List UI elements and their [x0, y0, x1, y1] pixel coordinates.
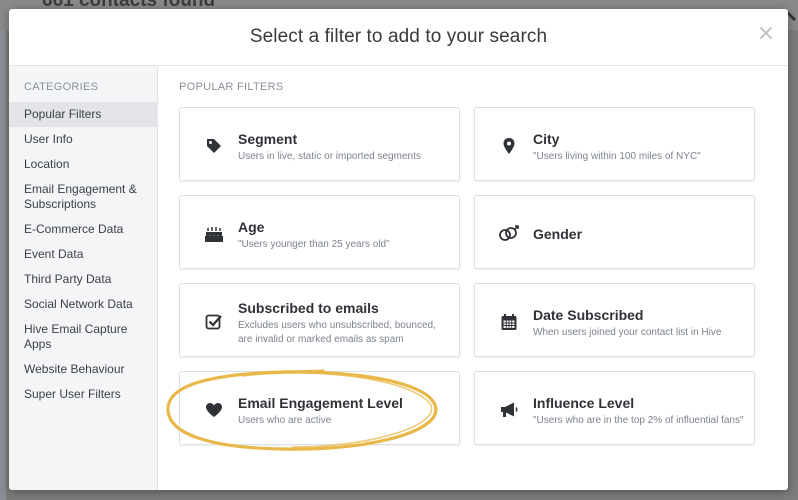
categories-sidebar: CATEGORIES Popular Filters User Info Loc… — [9, 66, 158, 490]
sidebar-item-super-user-filters[interactable]: Super User Filters — [9, 382, 158, 407]
content-heading: POPULAR FILTERS — [179, 81, 284, 93]
card-title: Date Subscribed — [533, 307, 644, 323]
card-description: "Users who are in the top 2% of influent… — [533, 415, 744, 426]
close-icon — [760, 27, 772, 39]
card-title: Segment — [238, 131, 298, 147]
card-title: City — [533, 131, 560, 147]
sidebar-item-location[interactable]: Location — [9, 152, 158, 177]
sidebar-item-email-engagement[interactable]: Email Engagement & Subscriptions — [9, 177, 158, 217]
filter-card-date-subscribed[interactable]: Date Subscribed When users joined your c… — [474, 283, 755, 357]
modal-title: Select a filter to add to your search — [249, 26, 548, 47]
card-description: Users in live, static or imported segmen… — [238, 151, 421, 162]
card-description: Excludes users who unsubscribed, bounced… — [238, 320, 436, 345]
card-title: Subscribed to emails — [238, 300, 379, 316]
filter-card-subscribed-to-emails[interactable]: Subscribed to emails Excludes users who … — [179, 283, 460, 357]
sidebar-item-popular-filters[interactable]: Popular Filters — [9, 102, 158, 127]
sidebar-item-hive-email-capture-apps[interactable]: Hive Email Capture Apps — [9, 317, 158, 357]
heart-icon — [203, 400, 225, 420]
filter-card-age[interactable]: Age "Users younger than 25 years old" — [179, 195, 460, 269]
background-sidebar-edge — [0, 30, 6, 500]
card-description: When users joined your contact list in H… — [533, 327, 722, 338]
modal-header: Select a filter to add to your search — [9, 9, 788, 66]
card-description: Users who are active — [238, 415, 332, 426]
card-description: "Users younger than 25 years old" — [238, 239, 390, 250]
sidebar-item-website-behaviour[interactable]: Website Behaviour — [9, 357, 158, 382]
map-pin-icon — [498, 136, 520, 156]
card-title: Gender — [533, 226, 583, 242]
sidebar-item-event-data[interactable]: Event Data — [9, 242, 158, 267]
card-title: Email Engagement Level — [238, 395, 403, 411]
card-title: Age — [238, 219, 265, 235]
birthday-cake-icon — [203, 224, 225, 244]
filter-card-email-engagement-level[interactable]: Email Engagement Level Users who are act… — [179, 371, 460, 445]
filter-modal: Select a filter to add to your search CA… — [9, 9, 788, 490]
sidebar-item-ecommerce-data[interactable]: E-Commerce Data — [9, 217, 158, 242]
card-title: Influence Level — [533, 395, 635, 411]
sidebar-item-third-party-data[interactable]: Third Party Data — [9, 267, 158, 292]
megaphone-icon — [498, 400, 520, 420]
filter-card-segment[interactable]: Segment Users in live, static or importe… — [179, 107, 460, 181]
filter-card-influence-level[interactable]: Influence Level "Users who are in the to… — [474, 371, 755, 445]
close-button[interactable] — [758, 25, 774, 41]
filter-card-city[interactable]: City "Users living within 100 miles of N… — [474, 107, 755, 181]
sidebar-item-user-info[interactable]: User Info — [9, 127, 158, 152]
sidebar-heading: CATEGORIES — [24, 81, 99, 93]
gender-icon — [498, 224, 520, 244]
card-description: "Users living within 100 miles of NYC" — [533, 151, 701, 162]
sidebar-item-social-network-data[interactable]: Social Network Data — [9, 292, 158, 317]
filters-content: POPULAR FILTERS Segment Users in live, s… — [158, 66, 788, 490]
calendar-icon — [498, 312, 520, 332]
tag-icon — [203, 136, 225, 156]
filter-card-gender[interactable]: Gender — [474, 195, 755, 269]
checkbox-icon — [203, 312, 225, 332]
category-list: Popular Filters User Info Location Email… — [9, 102, 158, 407]
